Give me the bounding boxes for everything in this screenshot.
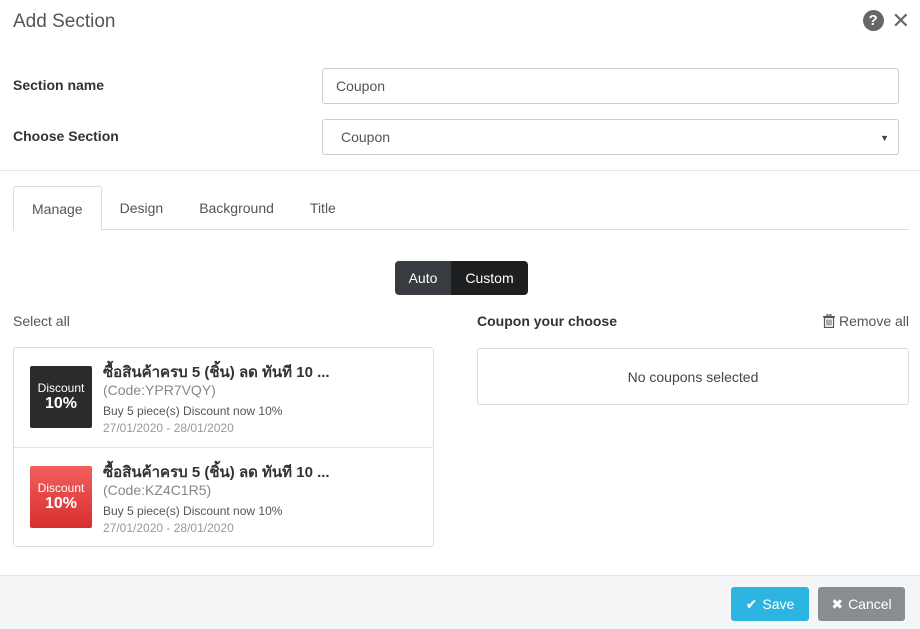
modal-footer: ✔ Save ✖ Cancel (0, 575, 920, 629)
custom-button[interactable]: Custom (451, 261, 528, 295)
caret-down-icon: ▼ (880, 133, 889, 143)
modal-title: Add Section (13, 11, 116, 32)
choose-section-value: Coupon (341, 129, 391, 145)
tab-manage[interactable]: Manage (13, 186, 102, 231)
coupon-dates: 27/01/2020 - 28/01/2020 (103, 421, 234, 435)
tab-title[interactable]: Title (292, 186, 354, 230)
coupon-description: Buy 5 piece(s) Discount now 10% (103, 404, 283, 418)
mode-toggle: Auto Custom (395, 261, 528, 295)
choose-section-row: Choose Section Coupon ▼ (0, 119, 920, 155)
badge-text: Discount (37, 481, 85, 495)
remove-all-button[interactable]: Remove all (822, 313, 909, 329)
empty-message: No coupons selected (627, 368, 759, 385)
choose-section-label: Choose Section (13, 128, 119, 144)
coupon-code: (Code:YPR7VQY) (103, 382, 216, 398)
tab-bar: Manage Design Background Title (13, 186, 909, 231)
selected-coupons-heading: Coupon your choose (477, 313, 617, 329)
section-name-row: Section name (0, 68, 920, 104)
modal-header: Add Section ? ✕ (0, 0, 920, 44)
badge-value: 10% (44, 395, 78, 412)
badge-text: Discount (37, 381, 85, 395)
choose-section-select[interactable]: Coupon ▼ (322, 119, 899, 155)
badge-value: 10% (44, 495, 78, 512)
header-icons: ? ✕ (862, 10, 910, 32)
save-label: Save (762, 596, 795, 612)
selected-coupons-box: No coupons selected (477, 348, 909, 405)
coupon-item[interactable]: Discount 10% ซื้อสินค้าครบ 5 (ชิ้น) ลด ท… (14, 447, 433, 546)
trash-icon (822, 314, 835, 328)
coupon-list: Discount 10% ซื้อสินค้าครบ 5 (ชิ้น) ลด ท… (13, 347, 434, 547)
auto-button[interactable]: Auto (395, 261, 451, 295)
coupon-title: ซื้อสินค้าครบ 5 (ชิ้น) ลด ทันที 10 ... (103, 364, 330, 381)
coupon-dates: 27/01/2020 - 28/01/2020 (103, 521, 234, 535)
save-button[interactable]: ✔ Save (731, 587, 809, 621)
times-icon: ✖ (831, 595, 844, 612)
divider (0, 170, 920, 171)
tab-design[interactable]: Design (102, 186, 182, 230)
section-name-input[interactable] (322, 68, 899, 104)
coupon-code: (Code:KZ4C1R5) (103, 482, 212, 498)
section-name-label: Section name (13, 77, 105, 93)
coupon-description: Buy 5 piece(s) Discount now 10% (103, 504, 283, 518)
discount-badge: Discount 10% (30, 366, 92, 428)
cancel-button[interactable]: ✖ Cancel (818, 587, 905, 621)
select-all-link[interactable]: Select all (13, 313, 70, 329)
remove-all-label: Remove all (838, 313, 909, 329)
check-icon: ✔ (745, 595, 758, 612)
coupon-title: ซื้อสินค้าครบ 5 (ชิ้น) ลด ทันที 10 ... (103, 464, 330, 481)
help-icon[interactable]: ? (862, 10, 884, 31)
cancel-label: Cancel (848, 596, 892, 612)
coupon-item[interactable]: Discount 10% ซื้อสินค้าครบ 5 (ชิ้น) ลด ท… (14, 348, 433, 447)
close-icon[interactable]: ✕ (892, 10, 910, 32)
tab-background[interactable]: Background (181, 186, 292, 230)
discount-badge: Discount 10% (30, 466, 92, 528)
